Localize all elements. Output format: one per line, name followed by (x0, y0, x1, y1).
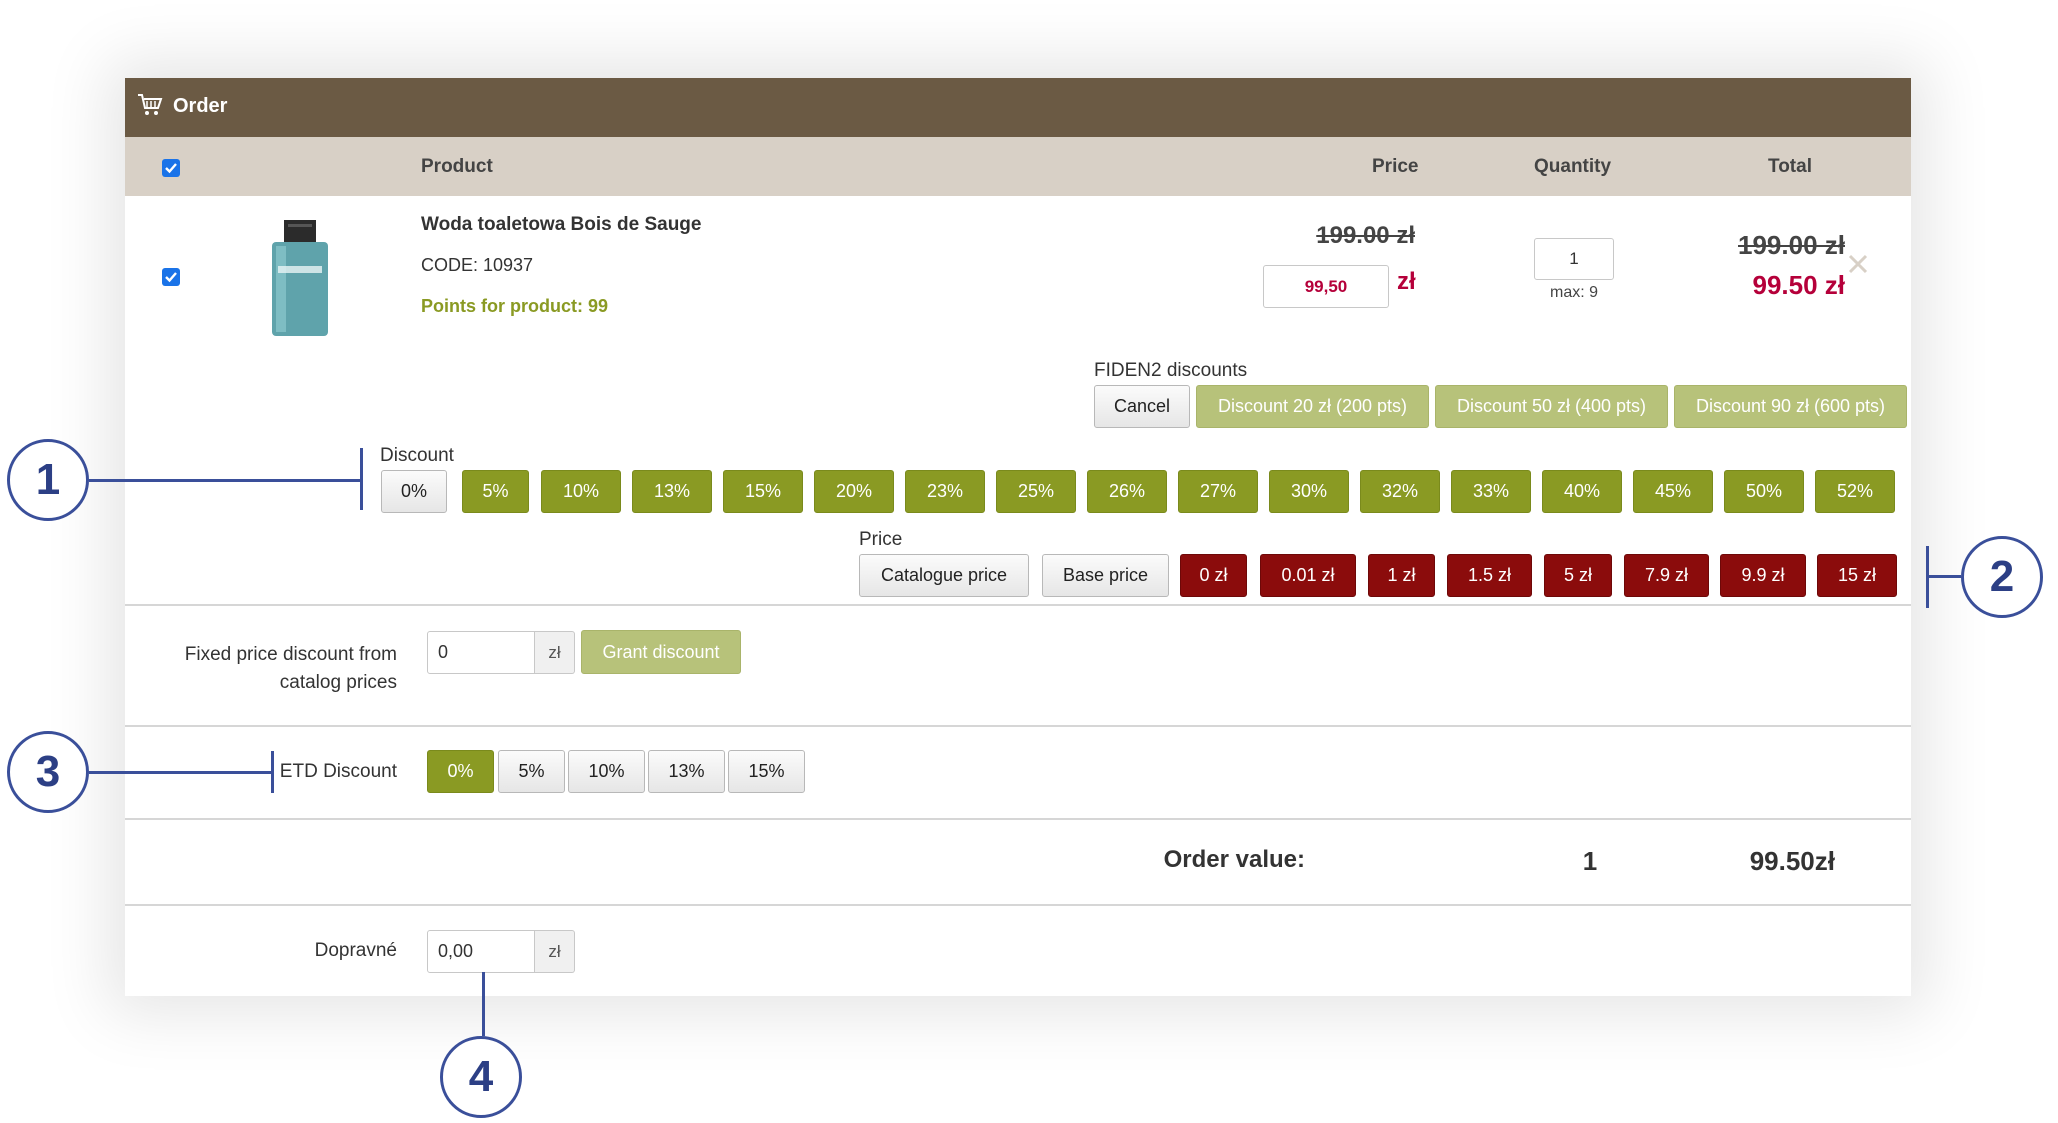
select-all-checkbox[interactable] (162, 159, 180, 177)
etd-button[interactable]: 13% (648, 750, 725, 793)
product-points: Points for product: 99 (421, 296, 609, 316)
header-product: Product (421, 156, 493, 177)
cart-icon (137, 93, 163, 122)
header-price: Price (1372, 156, 1419, 177)
divider (125, 725, 1911, 727)
discount-button[interactable]: 15% (723, 470, 803, 513)
fixed-discount-unit: zł (535, 631, 575, 674)
callout-4: 4 (440, 1036, 522, 1118)
discount-button[interactable]: 52% (1815, 470, 1895, 513)
price-option-button[interactable]: 9.9 zł (1720, 554, 1806, 597)
discount-button[interactable]: 20% (814, 470, 894, 513)
fiden-label: FIDEN2 discounts (1094, 360, 1248, 381)
callout-1-bracket (360, 448, 363, 510)
discount-button[interactable]: 33% (1451, 470, 1531, 513)
total-old: 199.00 zł (1738, 230, 1845, 260)
callout-3-bracket (271, 751, 274, 793)
discount-label: Discount (380, 445, 454, 466)
etd-button[interactable]: 10% (568, 750, 645, 793)
fixed-discount-input[interactable]: 0 (427, 631, 535, 674)
callout-1: 1 (7, 439, 89, 521)
etd-button[interactable]: 5% (498, 750, 565, 793)
shipping-input[interactable]: 0,00 (427, 930, 535, 973)
discount-button[interactable]: 50% (1724, 470, 1804, 513)
product-code: CODE: 10937 (421, 255, 534, 275)
header-total: Total (1768, 156, 1812, 177)
divider (125, 904, 1911, 906)
shipping-unit: zł (535, 930, 575, 973)
discount-button[interactable]: 32% (1360, 470, 1440, 513)
divider (125, 604, 1911, 606)
discount-button-0[interactable]: 0% (381, 470, 447, 513)
order-value-total: 99.50zł (1749, 846, 1835, 876)
divider (125, 818, 1911, 820)
order-value-quantity: 1 (1582, 846, 1598, 876)
price-option-button[interactable]: 5 zł (1544, 554, 1612, 597)
fiden-cancel-button[interactable]: Cancel (1094, 385, 1190, 428)
fixed-discount-label: Fixed price discount from catalog prices (184, 644, 397, 693)
discount-button[interactable]: 25% (996, 470, 1076, 513)
price-input[interactable]: 99,50 (1263, 265, 1389, 308)
fiden-discount-button[interactable]: Discount 50 zł (400 pts) (1435, 385, 1668, 428)
callout-2: 2 (1961, 536, 2043, 618)
discount-button[interactable]: 26% (1087, 470, 1167, 513)
window-title: Order (173, 95, 228, 117)
order-value-label: Order value: (1163, 846, 1305, 873)
discount-button[interactable]: 30% (1269, 470, 1349, 513)
base-price-button[interactable]: Base price (1042, 554, 1169, 597)
fiden-discount-button[interactable]: Discount 20 zł (200 pts) (1196, 385, 1429, 428)
discount-button[interactable]: 27% (1178, 470, 1258, 513)
fiden-discount-button[interactable]: Discount 90 zł (600 pts) (1674, 385, 1907, 428)
callout-1-line (89, 479, 361, 482)
discount-button[interactable]: 5% (462, 470, 529, 513)
callout-2-bracket (1926, 546, 1929, 608)
price-option-button[interactable]: 1 zł (1368, 554, 1435, 597)
price-option-button[interactable]: 0 zł (1180, 554, 1247, 597)
quantity-max: max: 9 (1549, 284, 1598, 301)
price-option-button[interactable]: 7.9 zł (1624, 554, 1709, 597)
discount-button[interactable]: 23% (905, 470, 985, 513)
product-name: Woda toaletowa Bois de Sauge (421, 214, 702, 235)
remove-item-icon[interactable] (1847, 253, 1869, 280)
discount-button[interactable]: 40% (1542, 470, 1622, 513)
callout-2-line (1928, 575, 1961, 578)
discount-button[interactable]: 10% (541, 470, 621, 513)
discount-button[interactable]: 45% (1633, 470, 1713, 513)
price-label: Price (859, 529, 903, 550)
discount-button[interactable]: 13% (632, 470, 712, 513)
callout-3-line (89, 771, 272, 774)
total-new: 99.50 zł (1752, 270, 1845, 300)
table-header: Product Price Quantity Total (125, 137, 1911, 196)
order-titlebar: Order (125, 78, 1911, 137)
price-option-button[interactable]: 0.01 zł (1260, 554, 1356, 597)
order-panel: Order Product Price Quantity Total Woda … (125, 78, 1911, 996)
price-currency: zł (1397, 268, 1416, 295)
catalogue-price-button[interactable]: Catalogue price (859, 554, 1029, 597)
grant-discount-button[interactable]: Grant discount (581, 630, 741, 674)
quantity-input[interactable]: 1 (1534, 238, 1614, 280)
price-option-button[interactable]: 15 zł (1817, 554, 1897, 597)
catalog-price: 199.00 zł (1316, 222, 1415, 249)
callout-3: 3 (7, 731, 89, 813)
price-option-button[interactable]: 1.5 zł (1447, 554, 1532, 597)
header-quantity: Quantity (1534, 156, 1612, 177)
shipping-label: Dopravné (314, 940, 397, 961)
etd-button[interactable]: 15% (728, 750, 805, 793)
callout-4-line (482, 972, 485, 1036)
product-checkbox[interactable] (162, 268, 180, 286)
etd-button-selected[interactable]: 0% (427, 750, 494, 793)
product-image (270, 220, 330, 343)
